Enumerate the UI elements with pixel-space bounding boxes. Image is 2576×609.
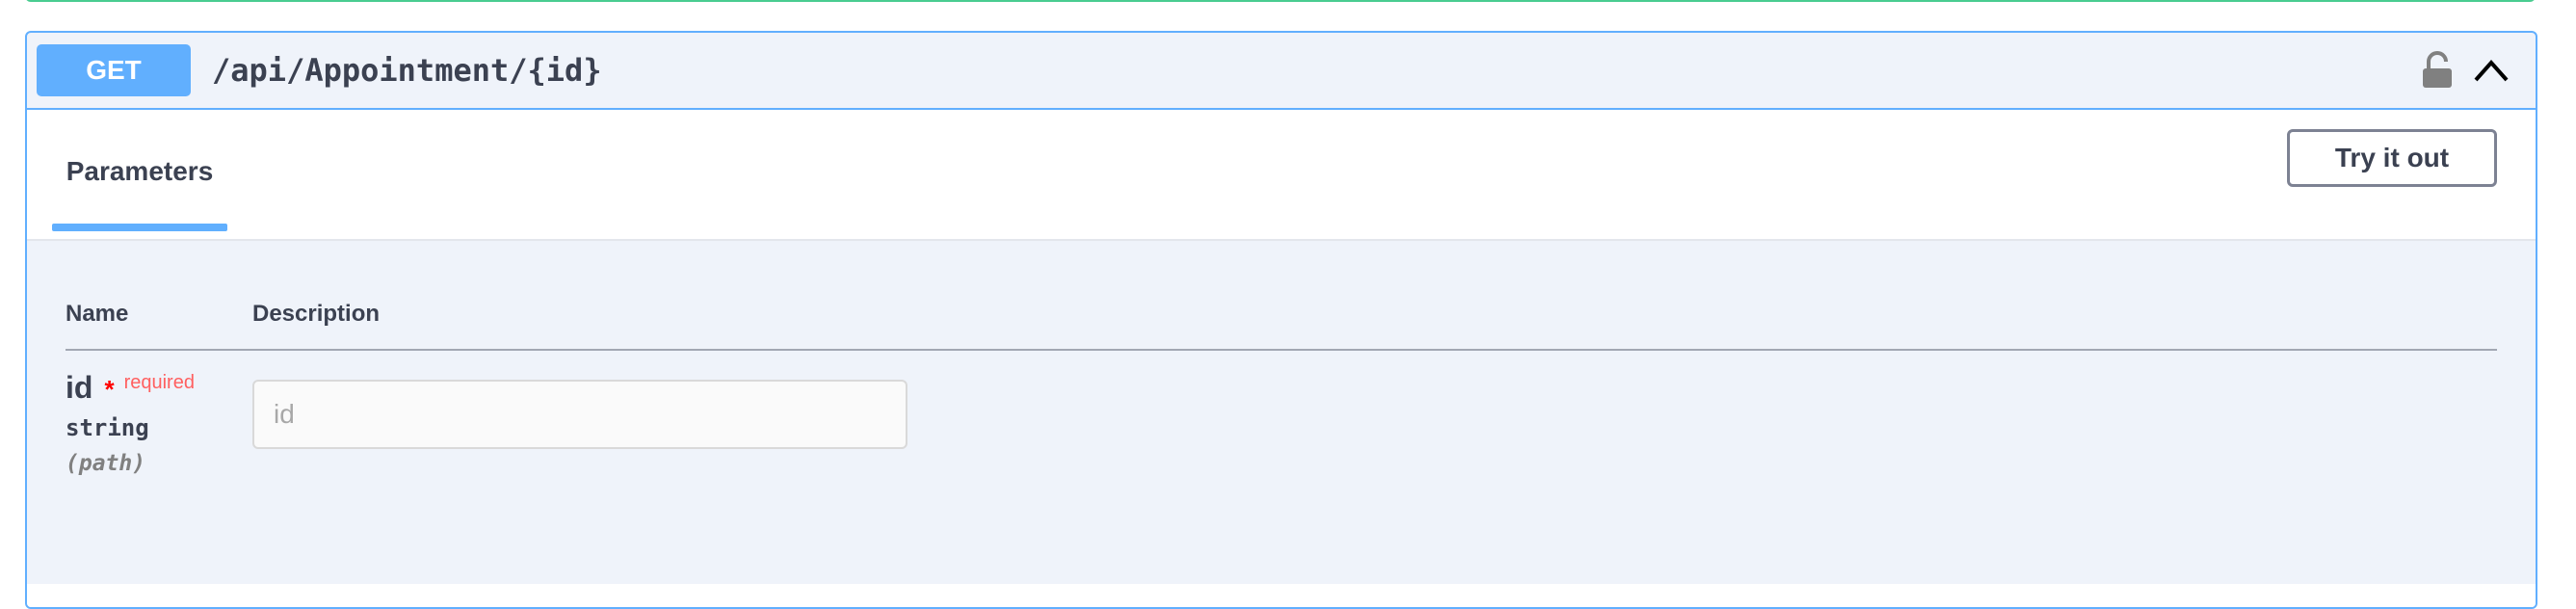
tab-parameters[interactable]: Parameters [52,110,227,233]
chevron-up-icon[interactable] [2472,57,2510,84]
try-it-out-button[interactable]: Try it out [2287,129,2497,187]
parameter-name: id [66,370,93,405]
tab-active-indicator [52,224,227,231]
responses-section-edge [27,584,2536,607]
required-star: * [104,375,115,404]
parameter-location: (path) [66,451,146,476]
column-header-name: Name [66,301,129,327]
id-input[interactable] [252,380,907,449]
parameter-type: string [66,414,149,441]
header-divider [66,349,2497,351]
endpoint-path: /api/Appointment/{id} [212,52,602,89]
method-badge: GET [37,44,191,96]
summary-controls [2420,51,2510,90]
operation-block: GET /api/Appointment/{id} Parameters Try… [25,31,2537,609]
operation-summary[interactable]: GET /api/Appointment/{id} [27,33,2536,110]
lock-icon[interactable] [2420,51,2455,90]
parameter-name-cell: id * required [66,370,195,406]
previous-operation-block [25,0,2536,2]
column-header-description: Description [252,301,381,327]
parameters-header: Parameters Try it out [27,110,2536,241]
parameters-table: Name Description id * required string (p… [27,241,2536,607]
required-label: required [123,372,195,393]
